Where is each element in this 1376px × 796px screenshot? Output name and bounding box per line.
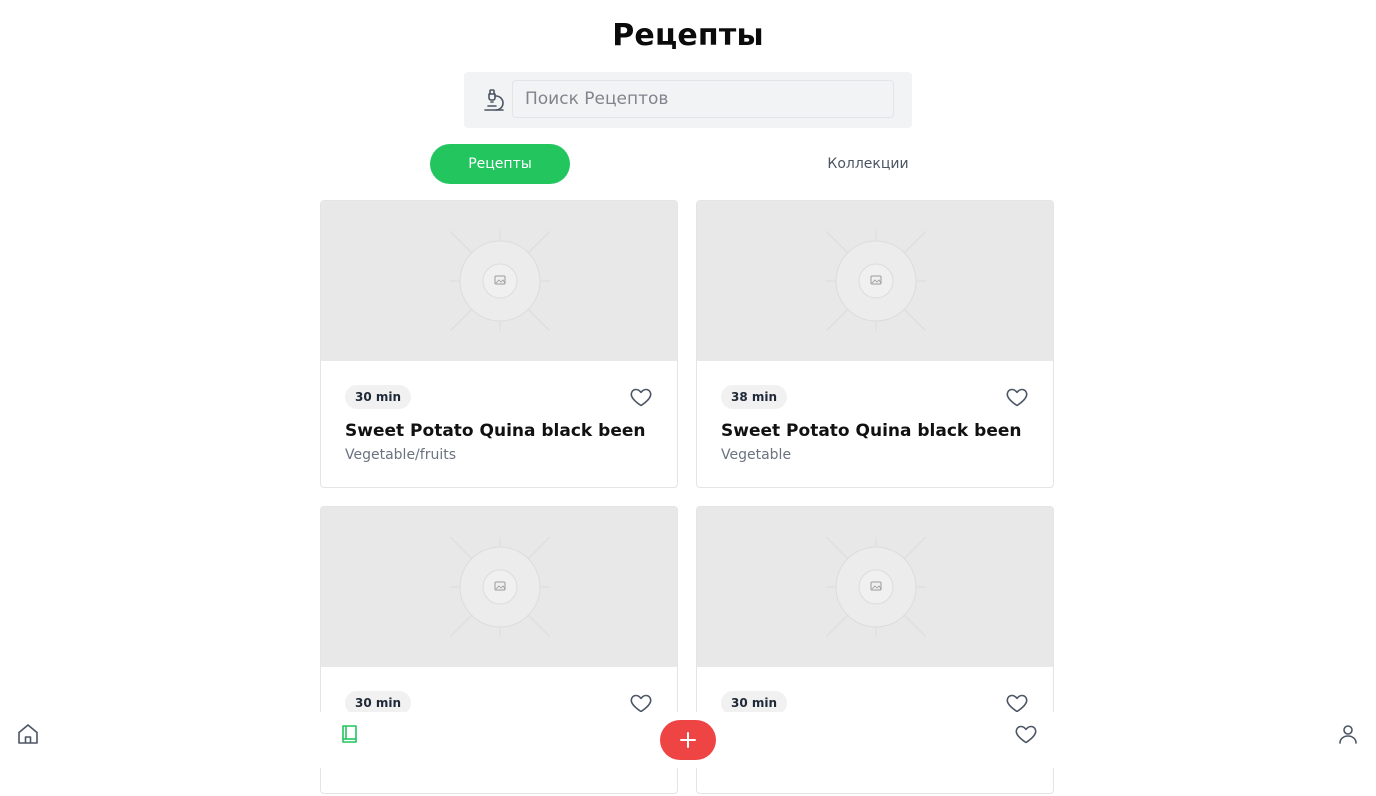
book-icon[interactable]: [338, 722, 362, 746]
recipe-title: Sweet Potato Quina black been: [721, 421, 1022, 441]
bottom-nav: [0, 712, 1376, 768]
time-badge: 38 min: [721, 385, 788, 409]
recipe-card[interactable]: 38 min Sweet Potato Quina black been Veg…: [696, 200, 1054, 488]
recipe-image-placeholder: [697, 201, 1053, 361]
tab-collections[interactable]: Коллекции: [798, 144, 938, 184]
search-bar: [464, 72, 912, 128]
time-badge: 30 min: [345, 385, 412, 409]
user-icon[interactable]: [1336, 722, 1360, 746]
page-title: Рецепты: [612, 18, 764, 53]
heart-icon[interactable]: [629, 385, 653, 409]
recipe-image-placeholder: [697, 507, 1053, 667]
heart-icon[interactable]: [1005, 385, 1029, 409]
image-placeholder-icon: [826, 537, 926, 637]
recipe-image-placeholder: [321, 201, 677, 361]
heart-icon[interactable]: [1014, 722, 1038, 746]
microscope-icon[interactable]: [482, 88, 506, 112]
plus-icon: [680, 732, 696, 748]
recipe-category: Vegetable/fruits: [345, 447, 457, 463]
image-placeholder-icon: [450, 231, 550, 331]
home-icon[interactable]: [16, 722, 40, 746]
recipe-category: Vegetable: [721, 447, 792, 463]
add-recipe-button[interactable]: [660, 720, 716, 760]
image-placeholder-icon: [826, 231, 926, 331]
tab-recipes[interactable]: Рецепты: [430, 144, 570, 184]
recipe-title: Sweet Potato Quina black been: [345, 421, 646, 441]
image-placeholder-icon: [450, 537, 550, 637]
recipe-card[interactable]: 30 min Sweet Potato Quina black been Veg…: [320, 200, 678, 488]
recipe-image-placeholder: [321, 507, 677, 667]
search-input[interactable]: [512, 80, 894, 118]
